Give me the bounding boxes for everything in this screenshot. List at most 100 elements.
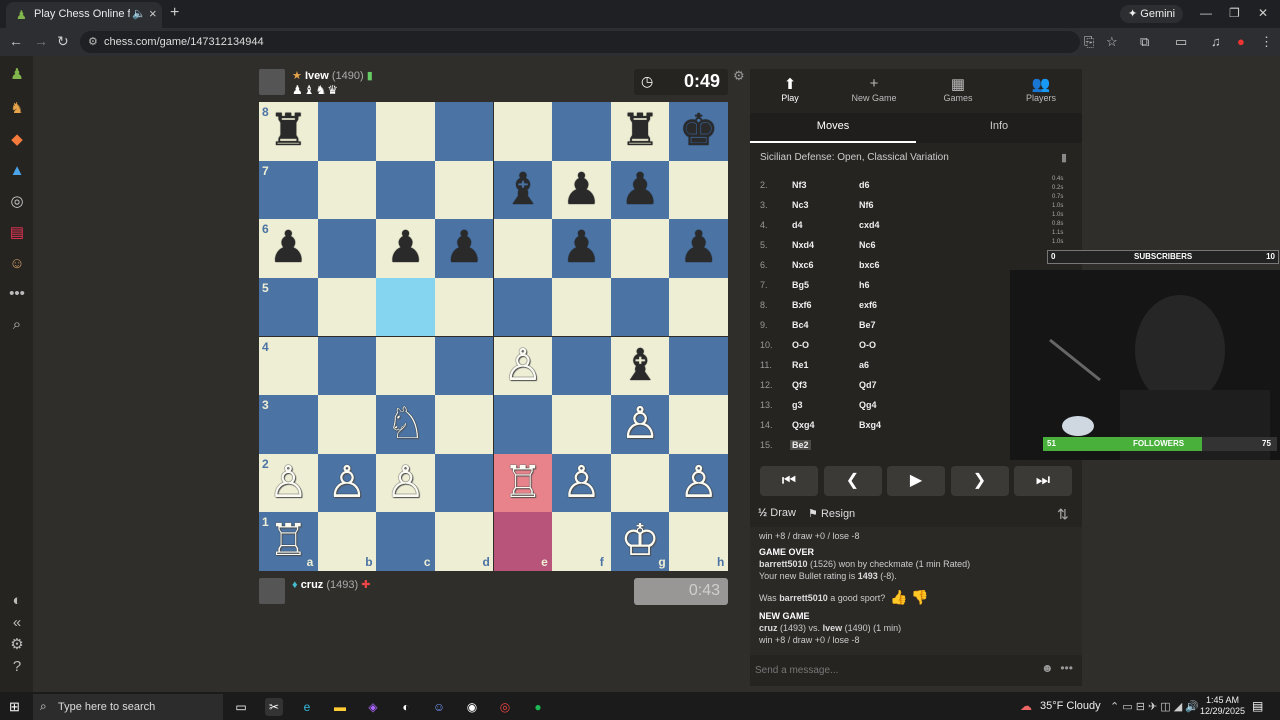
white-move[interactable]: d4 (792, 220, 803, 230)
square-h4[interactable] (669, 336, 728, 396)
square-c8[interactable] (376, 102, 435, 161)
site-info-icon[interactable]: ⚙ (88, 35, 98, 48)
white-move[interactable]: Nf3 (792, 180, 807, 190)
square-c7[interactable] (376, 160, 435, 220)
piece-g8[interactable]: ♜ (611, 102, 670, 161)
square-f3[interactable] (552, 395, 611, 454)
theme-icon[interactable]: ◐ (8, 592, 26, 610)
back-icon[interactable]: ← (9, 33, 23, 49)
audio-icon[interactable]: 🔈 (132, 7, 146, 20)
piece-c3[interactable]: ♘ (376, 395, 435, 454)
menu-icon[interactable]: ⋮ (1260, 34, 1273, 50)
square-c5[interactable] (376, 277, 435, 337)
piece-f7[interactable]: ♟ (552, 161, 611, 220)
sport-user[interactable]: barrett5010 (779, 593, 828, 603)
white-move[interactable]: g3 (792, 400, 803, 410)
discord-icon[interactable]: ☺ (430, 698, 448, 716)
play-icon[interactable]: ♞ (8, 100, 26, 118)
black-move[interactable]: Qg4 (859, 400, 877, 410)
black-move[interactable]: a6 (859, 360, 869, 370)
snip-icon[interactable]: ✂ (265, 698, 283, 716)
square-c4[interactable] (376, 336, 435, 396)
square-b5[interactable] (317, 277, 377, 337)
square-d8[interactable] (434, 102, 494, 161)
top-player-info[interactable]: ★ Ivew (1490) ▮ (292, 69, 373, 82)
black-move[interactable]: Bxg4 (859, 420, 881, 430)
square-g2[interactable] (610, 453, 670, 513)
black-move[interactable]: h6 (859, 280, 870, 290)
square-e5[interactable] (493, 277, 553, 337)
browser-tab[interactable]: ♟ Play Chess Online for FREE 🔈 × (6, 2, 162, 28)
puzzles-icon[interactable]: ◆ (8, 131, 26, 149)
prev-move-button[interactable]: ❮ (823, 466, 882, 496)
chat-menu-icon[interactable]: ••• (1060, 661, 1073, 675)
white-move[interactable]: O-O (792, 340, 809, 350)
url-text[interactable]: chess.com/game/147312134944 (104, 36, 264, 48)
last-move-button[interactable]: ⏭ (1014, 466, 1072, 496)
square-d4[interactable] (434, 336, 494, 396)
piece-h8[interactable]: ♚ (669, 102, 728, 161)
copilot-icon[interactable]: ◈ (364, 698, 382, 716)
square-f4[interactable] (552, 336, 611, 396)
bookmark-star-icon[interactable]: ☆ (1106, 34, 1118, 50)
spotify-icon[interactable]: ● (529, 698, 547, 716)
piece-h2[interactable]: ♙ (669, 454, 728, 513)
minimize-button[interactable]: — (1200, 6, 1212, 20)
chess-board[interactable]: ♜ ♜ ♚ ♝ ♟ ♟ ♟ ♟ ♟ ♟ ♟ ♙ ♝ ♘ ♙ ♙ ♙ ♙ ♖ ♙ ♙ ♖ ♔ 8 7 6 5 4 3 2 1 a b c d e f g h (259, 102, 728, 571)
square-h7[interactable] (669, 160, 728, 220)
white-move[interactable]: Bg5 (792, 280, 809, 290)
chesscom-logo-icon[interactable]: ♟ (8, 66, 26, 84)
square-g5[interactable] (610, 277, 670, 337)
white-move[interactable]: Be2 (790, 440, 811, 450)
explorer-icon[interactable]: ▬ (331, 698, 349, 716)
bottom-player-avatar[interactable] (259, 578, 285, 604)
tray-icons[interactable]: ⌃ ▭ ⊟ ✈ ◫ ◢ 🔊 (1110, 700, 1199, 713)
square-e3[interactable] (493, 395, 553, 454)
tab-play[interactable]: ⬆ Play (750, 75, 830, 103)
book-icon[interactable]: ▮ (1061, 151, 1067, 164)
piece-g4[interactable]: ♝ (611, 337, 670, 396)
square-h3[interactable] (669, 395, 728, 454)
collapse-icon[interactable]: « (8, 614, 26, 632)
capcut-icon[interactable]: ◐ (397, 698, 415, 716)
ng-player1[interactable]: cruz (759, 623, 778, 633)
windows-start-icon[interactable]: ⊞ (9, 699, 20, 715)
more-icon[interactable]: ••• (8, 285, 26, 303)
square-d3[interactable] (434, 395, 494, 454)
profile-icon[interactable]: ● (1237, 34, 1245, 49)
black-move[interactable]: cxd4 (859, 220, 880, 230)
square-b3[interactable] (317, 395, 377, 454)
white-move[interactable]: Bxf6 (792, 300, 812, 310)
help-icon[interactable]: ? (8, 658, 26, 676)
piece-f2[interactable]: ♙ (552, 454, 611, 513)
task-view-icon[interactable]: ▭ (232, 698, 250, 716)
watch-icon[interactable]: ◎ (8, 193, 26, 211)
square-d7[interactable] (434, 160, 494, 220)
weather-text[interactable]: 35°F Cloudy (1040, 700, 1101, 712)
black-move[interactable]: Nf6 (859, 200, 874, 210)
tab-games[interactable]: ▦ Games (918, 75, 998, 103)
tab-info[interactable]: Info (916, 120, 1082, 132)
piece-c2[interactable]: ♙ (376, 454, 435, 513)
chrome-icon[interactable]: ◎ (496, 698, 514, 716)
square-h5[interactable] (669, 277, 728, 337)
white-move[interactable]: Qxg4 (792, 420, 815, 430)
black-move[interactable]: Be7 (859, 320, 876, 330)
close-window-button[interactable]: ✕ (1258, 6, 1268, 20)
obs-icon[interactable]: ◉ (463, 698, 481, 716)
white-move[interactable]: Bc4 (792, 320, 809, 330)
new-tab-button[interactable]: + (170, 4, 179, 22)
piece-g3[interactable]: ♙ (611, 395, 670, 454)
black-move[interactable]: bxc6 (859, 260, 880, 270)
piece-e2[interactable]: ♖ (494, 454, 553, 513)
square-e6[interactable] (493, 219, 553, 278)
taskbar-clock[interactable]: 1:45 AM 12/29/2025 (1200, 695, 1245, 717)
black-move[interactable]: Nc6 (859, 240, 876, 250)
white-move[interactable]: Re1 (792, 360, 809, 370)
square-b8[interactable] (317, 102, 377, 161)
piece-e4[interactable]: ♙ (494, 337, 553, 396)
winner-name[interactable]: barrett5010 (759, 559, 808, 569)
bottom-player-info[interactable]: ♦ cruz (1493) ✚ (292, 578, 370, 591)
social-icon[interactable]: ☺ (8, 255, 26, 273)
square-e8[interactable] (493, 102, 553, 161)
